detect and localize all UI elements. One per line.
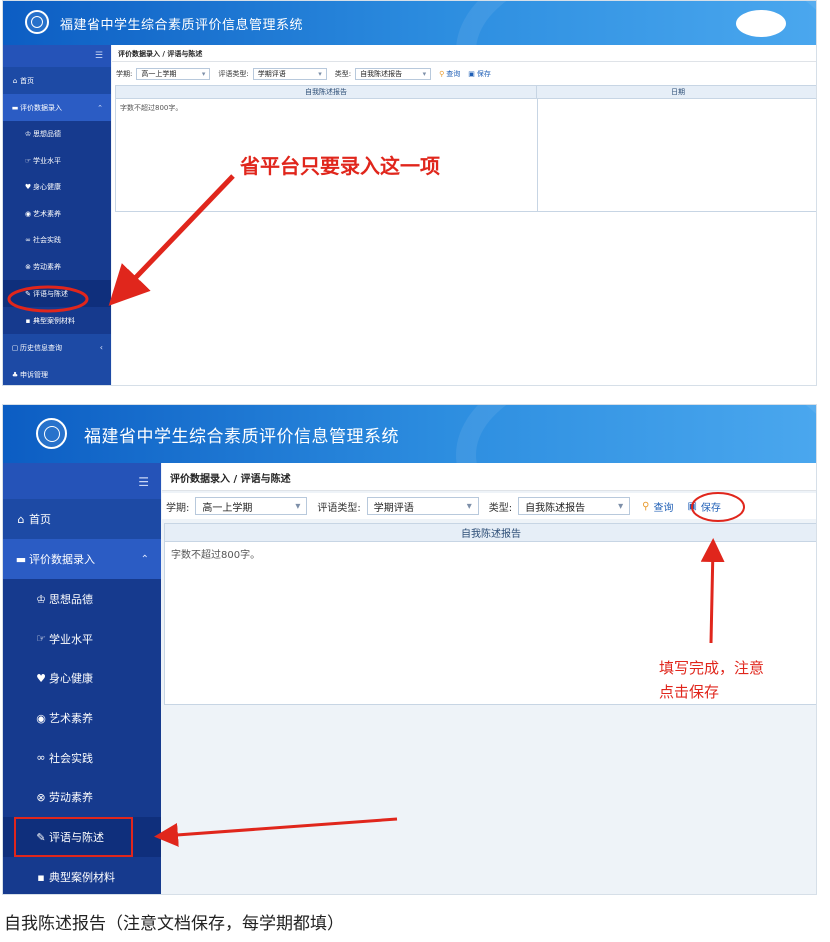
screenshot-2: 福建省中学生综合素质评价信息管理系统 ☰ ⌂ 首页 ▬ 评价数据录入 ⌃ ♔ 思想品德… xyxy=(2,404,817,895)
annotation-overlay xyxy=(7,174,235,313)
annotation-bottom-line1: 填写完成，注意 xyxy=(659,659,765,677)
save-highlight-circle xyxy=(691,492,745,522)
highlight-circle xyxy=(7,285,89,313)
arrow-to-comments xyxy=(108,174,235,306)
annotation-bottom-line2: 点击保存 xyxy=(659,683,720,701)
caption: 自我陈述报告（注意文档保存，每学期都填） xyxy=(4,914,344,934)
annotation-overlay-2 xyxy=(14,492,745,857)
screenshot-1: 福建省中学生综合素质评价信息管理系统 ☰ ⌂ 首页 ▬ 评价数据录入 ⌃ ♔ 思想品德… xyxy=(2,0,817,386)
comments-highlight-box xyxy=(14,817,133,857)
arrow-to-comments-2 xyxy=(154,817,398,847)
annotation-top: 省平台只要录入这一项 xyxy=(240,154,440,178)
arrow-to-save xyxy=(700,538,725,644)
